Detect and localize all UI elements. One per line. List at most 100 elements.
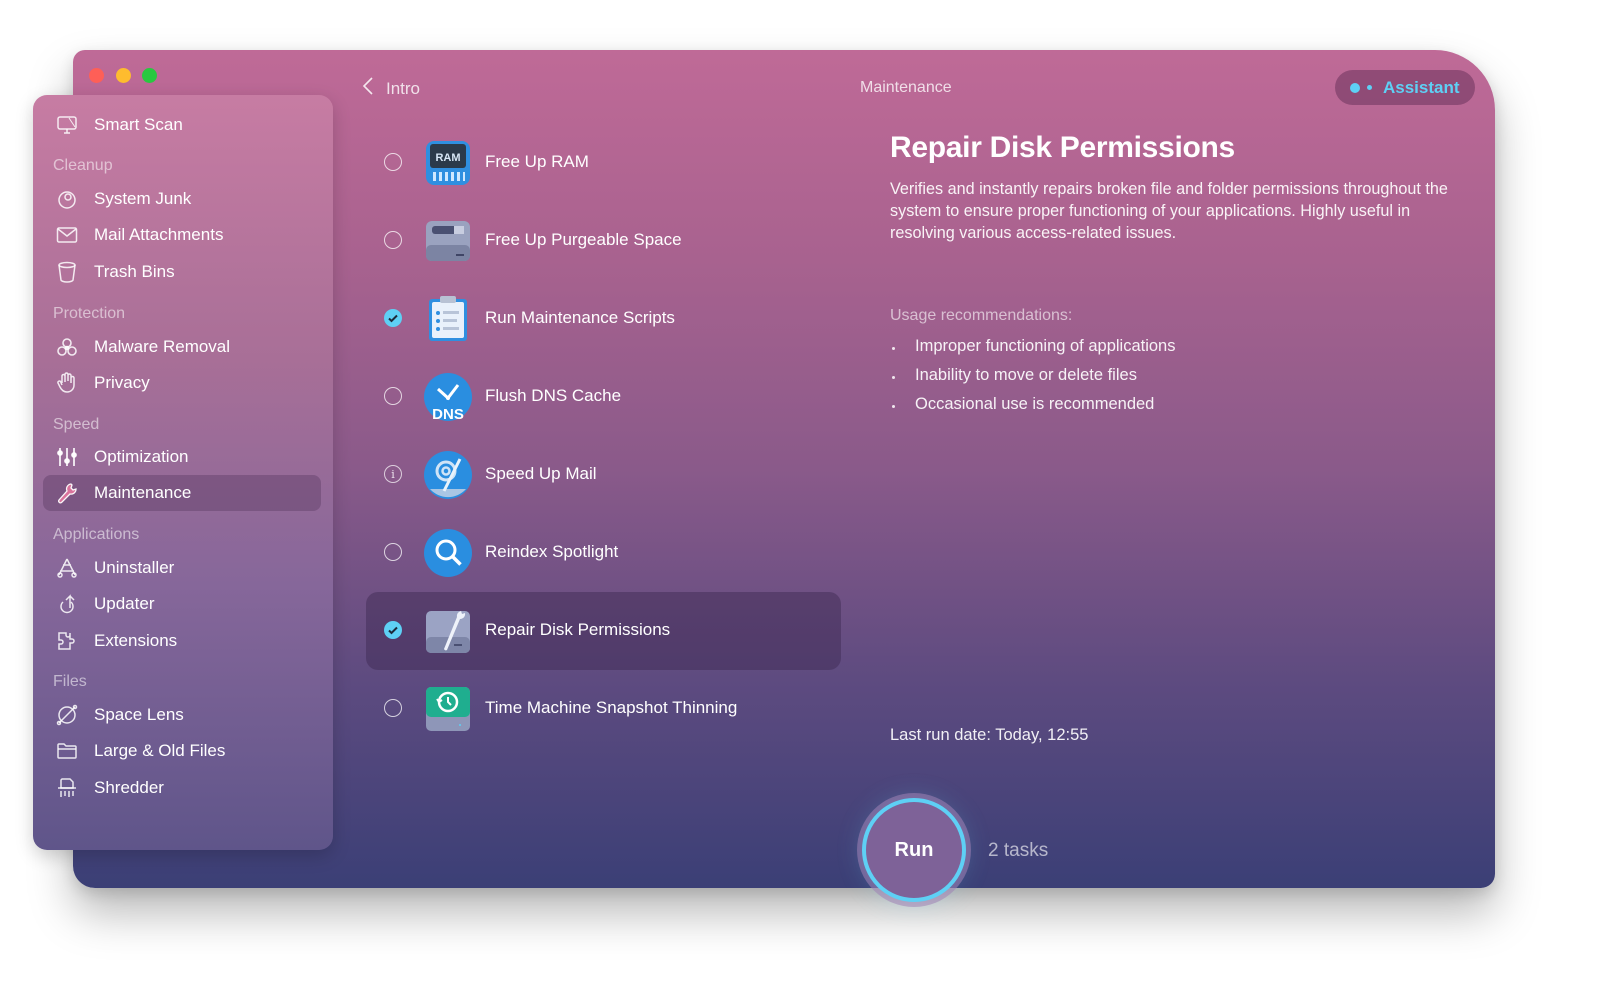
chevron-left-icon <box>362 76 374 101</box>
sidebar-item-label: Shredder <box>94 778 164 797</box>
task-label: Free Up Purgeable Space <box>485 230 682 249</box>
info-icon[interactable]: i <box>384 465 402 483</box>
task-checkbox-checked[interactable] <box>384 621 402 639</box>
task-row-free-up-purgeable-space[interactable]: Free Up Purgeable Space <box>366 202 841 280</box>
sidebar-item-large-old-files[interactable]: Large & Old Files <box>43 733 321 769</box>
sidebar-item-system-junk[interactable]: System Junk <box>43 181 321 217</box>
detail-title: Repair Disk Permissions <box>890 131 1235 164</box>
sidebar-item-uninstaller[interactable]: Uninstaller <box>43 550 321 586</box>
last-run: Last run date: Today, 12:55 <box>890 726 1088 745</box>
last-run-value: Today, 12:55 <box>995 726 1089 744</box>
shredder-icon <box>55 776 79 800</box>
task-label: Time Machine Snapshot Thinning <box>485 698 738 717</box>
uninstaller-icon <box>55 556 79 580</box>
biohazard-icon <box>55 335 79 359</box>
sidebar-item-label: Privacy <box>94 373 150 392</box>
assistant-button[interactable]: Assistant <box>1335 70 1475 105</box>
task-checkbox[interactable] <box>384 153 402 171</box>
checkmark-icon <box>388 626 398 635</box>
task-row-run-maintenance-scripts[interactable]: Run Maintenance Scripts <box>366 280 841 358</box>
spotlight-icon <box>424 529 472 577</box>
drive-icon <box>424 217 472 265</box>
usage-heading: Usage recommendations: <box>890 307 1073 324</box>
back-label: Intro <box>386 78 421 98</box>
system-junk-icon <box>55 187 79 211</box>
dns-icon: DNS <box>424 373 472 423</box>
sidebar-item-label: Malware Removal <box>94 337 231 356</box>
task-checkbox[interactable] <box>384 699 402 717</box>
sidebar-item-shredder[interactable]: Shredder <box>43 770 321 806</box>
task-checkbox[interactable] <box>384 387 402 405</box>
sidebar-item-space-lens[interactable]: Space Lens <box>43 697 321 733</box>
task-checkbox[interactable] <box>384 543 402 561</box>
sidebar-item-label: Uninstaller <box>94 558 175 577</box>
close-button[interactable] <box>89 68 104 83</box>
detail-description: Verifies and instantly repairs broken fi… <box>890 180 1448 242</box>
envelope-icon <box>55 223 79 247</box>
sidebar-item-mail-attachments[interactable]: Mail Attachments <box>43 217 321 253</box>
task-label: Flush DNS Cache <box>485 386 622 405</box>
hand-icon <box>55 371 79 395</box>
monitor-icon <box>55 113 79 137</box>
update-arrow-icon <box>55 592 79 616</box>
trash-icon <box>55 260 79 284</box>
tasks-count: 2 tasks <box>988 840 1049 861</box>
dns-icon-text: DNS <box>432 406 464 421</box>
task-checkbox[interactable] <box>384 231 402 249</box>
sidebar-item-label: Large & Old Files <box>94 741 226 760</box>
minimize-button[interactable] <box>116 68 131 83</box>
usage-list: Improper functioning of applications Ina… <box>890 337 1176 424</box>
mail-speed-icon <box>424 451 472 499</box>
ram-chip-icon: RAM <box>424 139 472 187</box>
planet-icon <box>55 703 79 727</box>
assistant-label: Assistant <box>1383 77 1460 97</box>
usage-item: Improper functioning of applications <box>890 337 1176 366</box>
checkmark-icon <box>388 314 398 323</box>
section-cleanup: Cleanup <box>53 157 113 174</box>
sidebar-item-trash-bins[interactable]: Trash Bins <box>43 254 321 290</box>
sidebar-item-maintenance[interactable]: Maintenance <box>43 475 321 511</box>
page-title: Maintenance <box>860 79 952 96</box>
sidebar-item-updater[interactable]: Updater <box>43 586 321 622</box>
assistant-dot-icon <box>1350 82 1360 93</box>
sidebar-item-extensions[interactable]: Extensions <box>43 623 321 659</box>
sliders-icon <box>55 445 79 469</box>
sidebar-item-label: Extensions <box>94 631 178 650</box>
usage-item: Inability to move or delete files <box>890 366 1176 395</box>
disk-wrench-icon <box>424 607 472 655</box>
assistant-dot-small-icon <box>1367 85 1372 90</box>
sidebar-item-optimization[interactable]: Optimization <box>43 439 321 475</box>
zoom-button[interactable] <box>142 68 157 83</box>
run-button[interactable]: Run <box>862 798 966 902</box>
section-files: Files <box>53 673 87 690</box>
sidebar-item-label: Mail Attachments <box>94 225 224 244</box>
task-row-flush-dns-cache[interactable]: DNS Flush DNS Cache <box>366 358 841 436</box>
task-label: Free Up RAM <box>485 152 589 171</box>
back-button[interactable]: Intro <box>362 76 420 101</box>
sidebar-item-malware-removal[interactable]: Malware Removal <box>43 329 321 365</box>
wrench-icon <box>55 481 79 505</box>
sidebar-item-label: Trash Bins <box>94 262 175 281</box>
task-row-speed-up-mail[interactable]: i Speed Up Mail <box>366 436 841 514</box>
puzzle-icon <box>55 629 79 653</box>
task-row-time-machine-snapshot-thinning[interactable]: Time Machine Snapshot Thinning <box>366 670 841 748</box>
section-applications: Applications <box>53 526 140 543</box>
time-machine-icon <box>424 685 472 733</box>
sidebar-item-privacy[interactable]: Privacy <box>43 365 321 401</box>
sidebar-item-label: System Junk <box>94 189 192 208</box>
ram-icon-text: RAM <box>435 152 460 164</box>
sidebar-item-smart-scan[interactable]: Smart Scan <box>43 107 321 143</box>
sidebar-item-label: Space Lens <box>94 705 184 724</box>
task-label: Speed Up Mail <box>485 464 597 483</box>
sidebar: Smart Scan Cleanup System Junk Mail Atta… <box>33 95 333 850</box>
sidebar-item-label: Updater <box>94 594 155 613</box>
task-row-free-up-ram[interactable]: RAM Free Up RAM <box>366 124 841 202</box>
section-speed: Speed <box>53 416 100 433</box>
task-row-repair-disk-permissions[interactable]: Repair Disk Permissions <box>366 592 841 670</box>
task-checkbox-checked[interactable] <box>384 309 402 327</box>
last-run-label: Last run date: <box>890 726 991 744</box>
task-label: Repair Disk Permissions <box>485 620 671 639</box>
task-label: Run Maintenance Scripts <box>485 308 675 327</box>
clipboard-icon <box>424 295 472 343</box>
task-row-reindex-spotlight[interactable]: Reindex Spotlight <box>366 514 841 592</box>
